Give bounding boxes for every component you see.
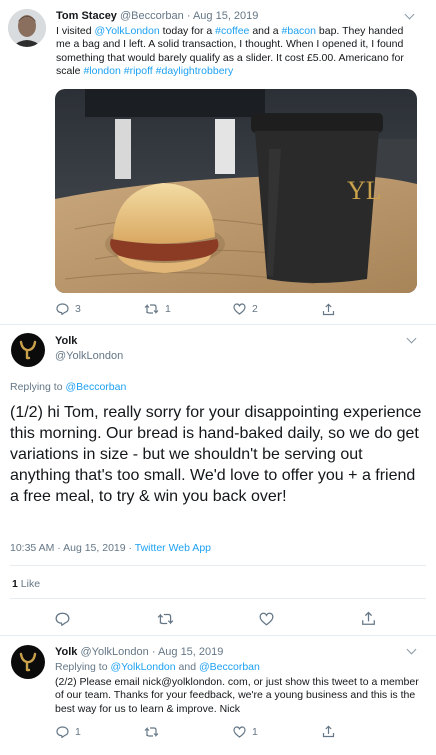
like-count: 2 [252,303,258,315]
share-icon [362,611,375,625]
hashtag-link[interactable]: #london [83,65,120,77]
share-button[interactable] [322,303,335,316]
like-stats[interactable]: 1 Like [12,578,40,590]
cup-logo: YL [347,176,382,205]
author-name[interactable]: Yolk [55,646,77,658]
tweet-date[interactable]: Aug 15, 2019 [193,10,258,22]
tweet2-text: (1/2) hi Tom, really sorry for your disa… [10,404,422,505]
chevron-down-icon[interactable] [406,333,417,344]
hashtag-link[interactable]: #bacon [282,25,316,37]
reply-icon [56,303,69,315]
author-handle[interactable]: @YolkLondon [55,350,123,362]
retweet-icon [144,727,159,737]
reply-icon [56,726,69,738]
like-icon [233,726,246,738]
mention-link[interactable]: @YolkLondon [110,661,175,673]
tweet3-header: Yolk @YolkLondon · Aug 15, 2019 [55,646,224,658]
replying-to: Replying to @Beccorban [10,381,127,393]
tweet3-text: (2/2) Please email nick@yolklondon. com,… [55,676,419,715]
divider [10,565,426,566]
like-button[interactable] [259,612,274,626]
retweet-icon [157,613,174,625]
tweet-timestamp: 10:35 AM · Aug 15, 2019 · Twitter Web Ap… [10,542,211,554]
tweet1-header: Tom Stacey @Beccorban · Aug 15, 2019 [56,10,259,22]
mention-link[interactable]: @Beccorban [65,381,126,393]
reply-count: 3 [75,303,81,315]
divider [0,635,436,636]
like-button[interactable]: 1 [233,726,258,738]
author-handle[interactable]: @Beccorban [120,10,184,22]
tweet-text-segment: today for a [159,25,216,37]
divider [10,598,426,599]
divider [0,324,436,325]
retweet-icon [144,304,159,314]
mention-link[interactable]: @YolkLondon [95,25,160,37]
avatar-yolk[interactable] [11,645,45,679]
author-name[interactable]: Tom Stacey [56,10,117,22]
hashtag-link[interactable]: #ripoff [124,65,153,77]
replying-to: Replying to @YolkLondon and @Beccorban [55,661,260,673]
reply-icon [55,612,70,626]
hashtag-link[interactable]: #coffee [215,25,249,37]
avatar-yolk[interactable] [11,333,45,367]
reply-button[interactable] [55,612,70,626]
like-button[interactable]: 2 [233,303,258,315]
author-name[interactable]: Yolk [55,335,77,347]
yolk-logo [19,340,37,360]
share-icon [322,303,335,316]
yolk-logo [19,652,37,672]
author-handle[interactable]: @YolkLondon [80,646,148,658]
mention-link[interactable]: @Beccorban [199,661,260,673]
tweet-text-segment: I visited [56,25,95,37]
like-icon [259,612,274,626]
avatar-tom-stacey[interactable] [8,9,46,47]
reply-button[interactable]: 1 [56,726,81,738]
tweet-date[interactable]: Aug 15, 2019 [158,646,223,658]
hashtag-link[interactable]: #daylightrobbery [156,65,234,77]
share-button[interactable] [361,611,376,626]
chevron-down-icon[interactable] [406,644,417,655]
chevron-down-icon[interactable] [404,9,415,20]
like-count: 1 [252,726,258,738]
retweet-button[interactable] [157,612,174,626]
retweet-button[interactable] [144,726,159,738]
like-icon [233,303,246,315]
tweet-photo[interactable]: YL [55,89,417,293]
reply-button[interactable]: 3 [56,303,81,315]
reply-count: 1 [75,726,81,738]
like-count: 1 [12,578,18,590]
share-button[interactable] [322,725,335,738]
tweet-text-segment: and a [249,25,282,37]
retweet-button[interactable]: 1 [144,303,171,315]
retweet-count: 1 [165,303,171,315]
source-link[interactable]: Twitter Web App [135,542,211,554]
share-icon [322,725,335,738]
tweet1-text: I visited @YolkLondon today for a #coffe… [56,25,416,79]
